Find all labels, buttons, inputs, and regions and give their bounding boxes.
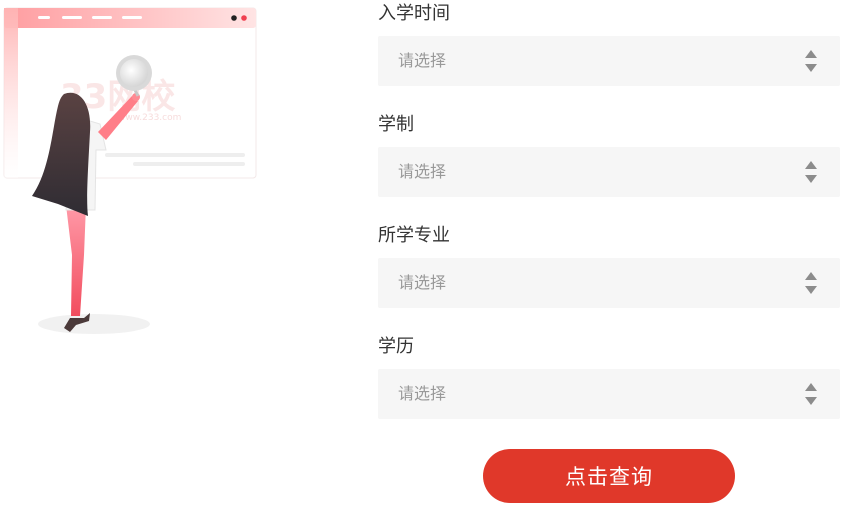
- major-placeholder: 请选择: [398, 273, 447, 292]
- sort-updown-icon: [805, 383, 817, 405]
- query-submit-button[interactable]: 点击查询: [483, 449, 735, 503]
- degree-placeholder: 请选择: [398, 384, 447, 403]
- enrollment-time-select[interactable]: 请选择: [378, 36, 840, 86]
- program-length-label: 学制: [378, 114, 414, 135]
- sort-updown-icon: [805, 272, 817, 294]
- sort-updown-icon: [805, 161, 817, 183]
- program-length-select[interactable]: 请选择: [378, 147, 840, 197]
- enrollment-time-placeholder: 请选择: [398, 51, 447, 70]
- degree-label: 学历: [378, 336, 414, 357]
- watermark-url: www.233.com: [118, 113, 181, 123]
- degree-select[interactable]: 请选择: [378, 369, 840, 419]
- sort-updown-icon: [805, 50, 817, 72]
- search-illustration: 33网校 www.233.com: [3, 7, 257, 334]
- enrollment-time-label: 入学时间: [378, 3, 450, 24]
- major-label: 所学专业: [378, 225, 450, 246]
- major-select[interactable]: 请选择: [378, 258, 840, 308]
- program-length-placeholder: 请选择: [398, 162, 447, 181]
